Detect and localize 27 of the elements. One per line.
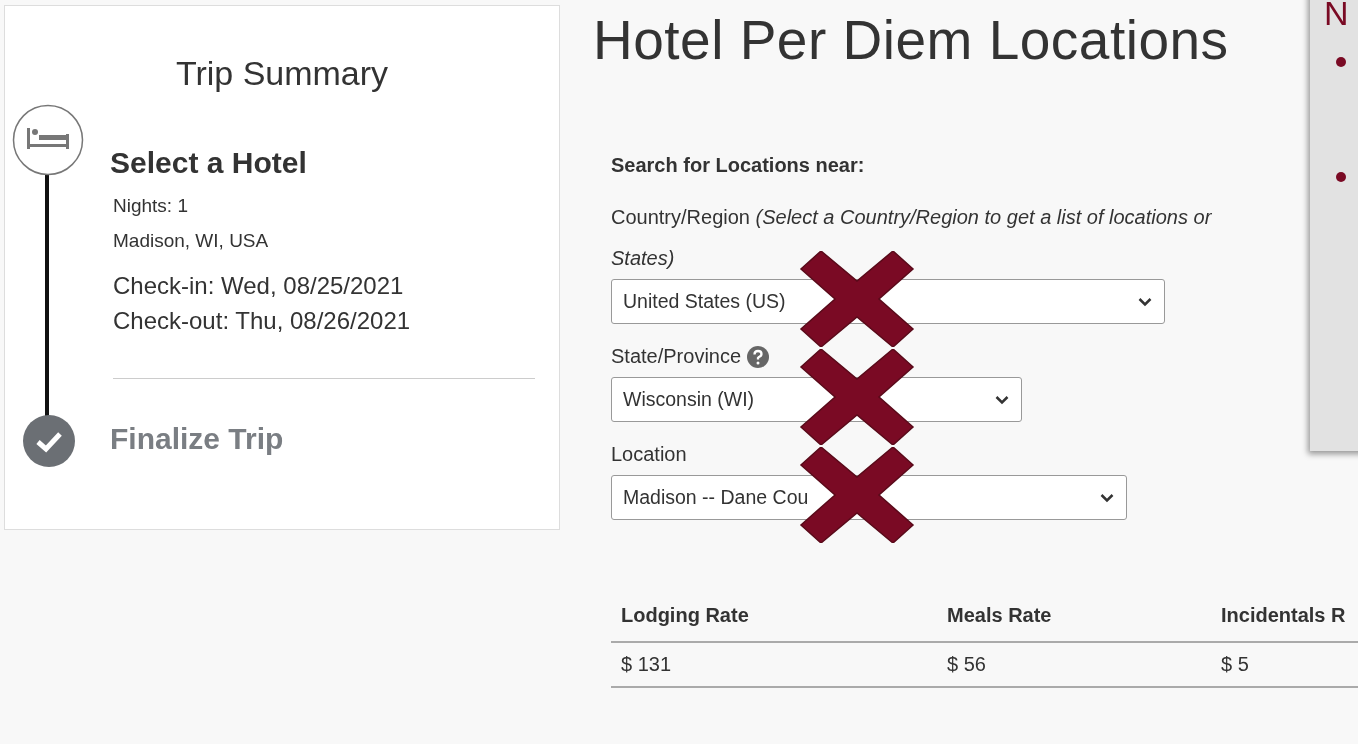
- page-title: Hotel Per Diem Locations: [593, 8, 1229, 72]
- search-heading: Search for Locations near:: [611, 154, 865, 177]
- trip-detail: Nights: 1: [113, 194, 189, 218]
- column-header: Incidentals R: [1211, 590, 1358, 642]
- table-cell: $ 131: [611, 642, 937, 687]
- table-cell: $ 56: [937, 642, 1211, 687]
- help-icon[interactable]: [747, 345, 770, 368]
- bed-icon: [12, 104, 84, 176]
- trip-detail: Madison, WI, USA: [113, 229, 270, 253]
- check-icon: [23, 415, 75, 467]
- column-header: Meals Rate: [937, 590, 1211, 642]
- column-header: Lodging Rate: [611, 590, 937, 642]
- field-label: Country/Region (Select a Country/Region to get a list of locations or States): [611, 205, 1213, 271]
- card-title: Trip Summary: [174, 54, 390, 93]
- bullet-icon: [1336, 57, 1346, 67]
- field-label: State/Province: [611, 344, 742, 369]
- trip-date: Check-in: Wed, 08/25/2021: [113, 271, 405, 301]
- callout-heading: N: [1324, 0, 1349, 33]
- chevron-down-icon: [1138, 296, 1152, 307]
- field-label: Location: [611, 442, 687, 467]
- step-title: Select a Hotel: [110, 146, 308, 180]
- table-cell: $ 5: [1211, 642, 1358, 687]
- trip-date: Check-out: Thu, 08/26/2021: [113, 306, 412, 336]
- bullet-icon: [1336, 172, 1346, 182]
- chevron-down-icon: [995, 394, 1009, 405]
- step-title: Finalize Trip: [110, 422, 285, 456]
- chevron-down-icon: [1100, 492, 1114, 503]
